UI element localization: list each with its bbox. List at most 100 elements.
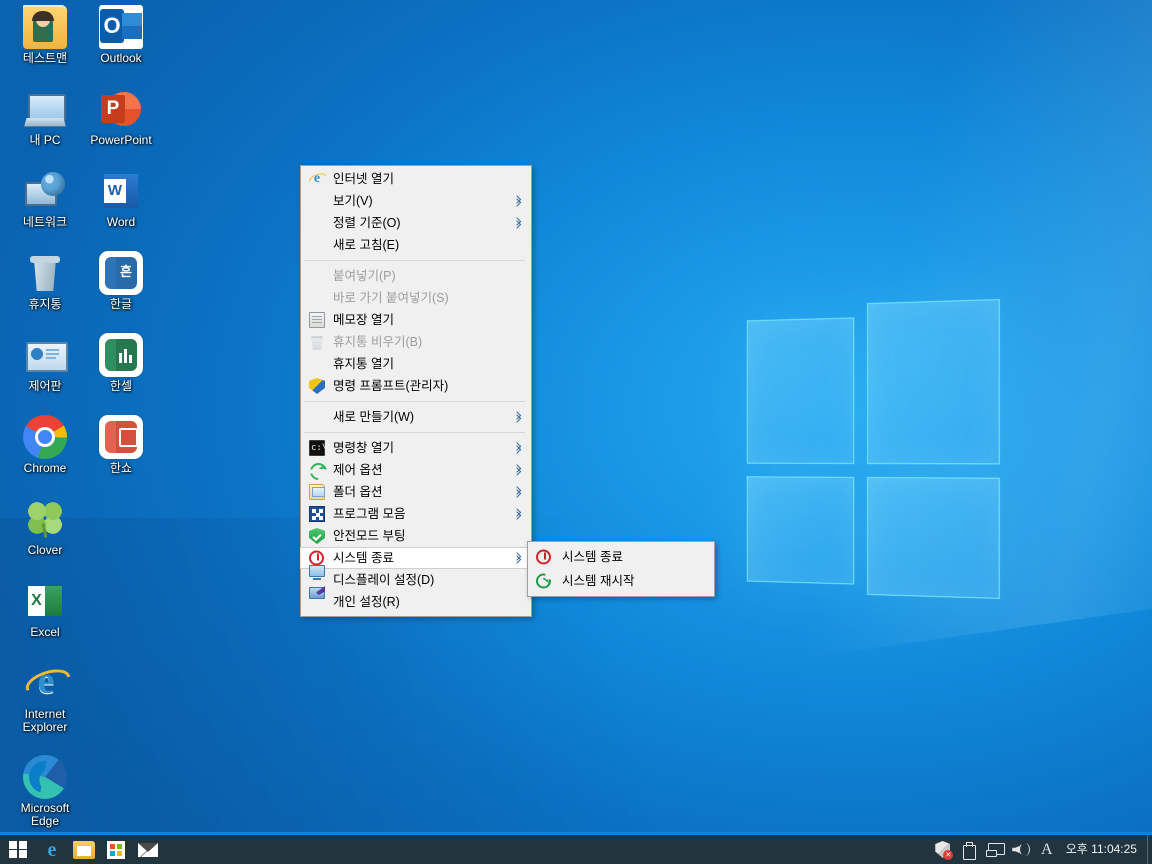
- menu-item[interactable]: 휴지통 열기: [301, 353, 531, 375]
- personalization-icon: [309, 587, 325, 599]
- chevron-right-icon: [514, 509, 522, 520]
- menu-item[interactable]: 안전모드 부팅: [301, 525, 531, 547]
- word-icon: [99, 169, 143, 213]
- menu-separator: [304, 432, 525, 433]
- programs-icon: [309, 506, 325, 522]
- menu-item-label: 명령 프롬프트(관리자): [333, 379, 449, 393]
- desktop-icon-hangul[interactable]: 한글: [84, 251, 158, 311]
- menu-item-label: 휴지통 열기: [333, 357, 394, 371]
- menu-item[interactable]: 프로그램 모음: [301, 503, 531, 525]
- menu-item-label: 휴지통 비우기(B): [333, 335, 423, 349]
- hangul-icon: [99, 251, 143, 295]
- menu-item[interactable]: 새로 고침(E): [301, 234, 531, 256]
- desktop-icon-network[interactable]: 네트워크: [8, 169, 82, 229]
- chevron-right-icon: [514, 553, 522, 564]
- desktop-icon-label: 네트워크: [22, 215, 68, 229]
- menu-item[interactable]: 정렬 기준(O): [301, 212, 531, 234]
- menu-item[interactable]: 폴더 옵션: [301, 481, 531, 503]
- chevron-right-icon: [514, 443, 522, 454]
- outlook-icon: [99, 5, 143, 49]
- desktop-context-menu[interactable]: 인터넷 열기보기(V) 정렬 기준(O) 새로 고침(E) 붙여넣기(P) 바로 가기 …: [300, 165, 532, 617]
- desktop-wallpaper[interactable]: [0, 0, 1152, 864]
- excel-icon: [23, 579, 67, 623]
- mail-button[interactable]: [132, 835, 164, 864]
- desktop-icon-hancell[interactable]: 한셀: [84, 333, 158, 393]
- usb-eject-tray-icon[interactable]: [956, 835, 982, 864]
- submenu-item[interactable]: 시스템 종료: [528, 545, 714, 569]
- mail-icon: [138, 842, 158, 857]
- windows-logo-wallpaper: [746, 299, 1000, 599]
- menu-item[interactable]: 보기(V): [301, 190, 531, 212]
- desktop-icon-control-panel[interactable]: 제어판: [8, 333, 82, 393]
- user-folder-icon: [23, 5, 67, 49]
- internet-explorer-icon: [23, 659, 67, 705]
- taskbar[interactable]: A 오후 11:04:25: [0, 832, 1152, 864]
- edge-taskbar-button[interactable]: [36, 835, 68, 864]
- menu-item: 휴지통 비우기(B): [301, 331, 531, 353]
- menu-item-label: 개인 설정(R): [333, 595, 400, 609]
- windows-logo-pane-bottom-right: [867, 476, 1000, 599]
- submenu-item[interactable]: 시스템 재시작: [528, 569, 714, 593]
- menu-separator: [304, 260, 525, 261]
- desktop-icon-user-folder[interactable]: 테스트맨: [8, 5, 82, 65]
- hanshow-icon: [99, 415, 143, 459]
- desktop-icon-label: Excel: [30, 625, 60, 639]
- volume-tray-icon[interactable]: [1008, 835, 1034, 864]
- menu-item: 붙여넣기(P): [301, 265, 531, 287]
- menu-item[interactable]: 메모장 열기: [301, 309, 531, 331]
- menu-item-label: 인터넷 열기: [333, 172, 394, 186]
- recycle-bin-icon: [311, 336, 323, 350]
- ime-a-icon: A: [1040, 841, 1053, 858]
- control-panel-icon: [23, 333, 68, 377]
- desktop-icon-excel[interactable]: Excel: [8, 579, 82, 639]
- file-explorer-button[interactable]: [68, 835, 100, 864]
- display-settings-icon: [309, 565, 325, 580]
- desktop-icon-label: Chrome: [23, 461, 67, 475]
- restart-icon: [536, 573, 551, 589]
- menu-item[interactable]: 시스템 종료: [300, 547, 532, 569]
- notepad-icon: [309, 312, 325, 328]
- windows-logo-pane-top-left: [746, 317, 855, 464]
- security-tray-icon[interactable]: [930, 835, 956, 864]
- menu-item-label: 시스템 종료: [333, 551, 394, 565]
- windows-logo-icon: [9, 840, 27, 859]
- menu-item[interactable]: 명령 프롬프트(관리자): [301, 375, 531, 397]
- desktop-icon-label: 내 PC: [29, 133, 61, 147]
- windows-logo-pane-bottom-left: [746, 476, 855, 585]
- shield-warning-icon: [935, 841, 954, 860]
- menu-item[interactable]: 디스플레이 설정(D): [301, 565, 531, 591]
- menu-item[interactable]: 새로 만들기(W): [301, 406, 531, 428]
- desktop-icon-powerpoint[interactable]: PowerPoint: [84, 87, 158, 147]
- shutdown-submenu[interactable]: 시스템 종료 시스템 재시작: [527, 541, 715, 597]
- safe-mode-shield-icon: [309, 528, 325, 544]
- desktop-icon-word[interactable]: Word: [84, 169, 158, 229]
- desktop-icon-my-pc[interactable]: 내 PC: [8, 87, 82, 147]
- microsoft-edge-icon: [23, 755, 67, 799]
- network-tray-icon[interactable]: [982, 835, 1008, 864]
- desktop-icon-internet-explorer[interactable]: Internet Explorer: [8, 659, 82, 734]
- desktop-icon-label: 제어판: [28, 379, 62, 393]
- menu-item[interactable]: 개인 설정(R): [301, 587, 531, 613]
- start-button[interactable]: [0, 835, 36, 864]
- desktop-icon-clover[interactable]: Clover: [8, 497, 82, 557]
- chrome-icon: [23, 415, 67, 459]
- menu-item[interactable]: 제어 옵션: [301, 459, 531, 481]
- desktop-icon-microsoft-edge[interactable]: Microsoft Edge: [8, 755, 82, 828]
- desktop-icon-hanshow[interactable]: 한쇼: [84, 415, 158, 475]
- powerpoint-icon: [99, 87, 143, 131]
- chevron-right-icon: [514, 465, 522, 476]
- menu-item[interactable]: 명령창 열기: [301, 437, 531, 459]
- desktop-icon-outlook[interactable]: Outlook: [84, 5, 158, 65]
- clock[interactable]: 오후 11:04:25: [1060, 835, 1148, 864]
- ime-tray-icon[interactable]: A: [1034, 835, 1060, 864]
- menu-item[interactable]: 인터넷 열기: [301, 168, 531, 190]
- menu-item-label: 새로 만들기(W): [333, 410, 415, 424]
- chevron-right-icon: [514, 218, 522, 229]
- store-button[interactable]: [100, 835, 132, 864]
- power-icon: [309, 550, 324, 566]
- power-icon: [536, 549, 551, 565]
- desktop-icon-label: 휴지통: [28, 297, 62, 311]
- desktop-icon-label: Microsoft Edge: [20, 801, 70, 828]
- desktop-icon-chrome[interactable]: Chrome: [8, 415, 82, 475]
- desktop-icon-recycle-bin[interactable]: 휴지통: [8, 251, 82, 311]
